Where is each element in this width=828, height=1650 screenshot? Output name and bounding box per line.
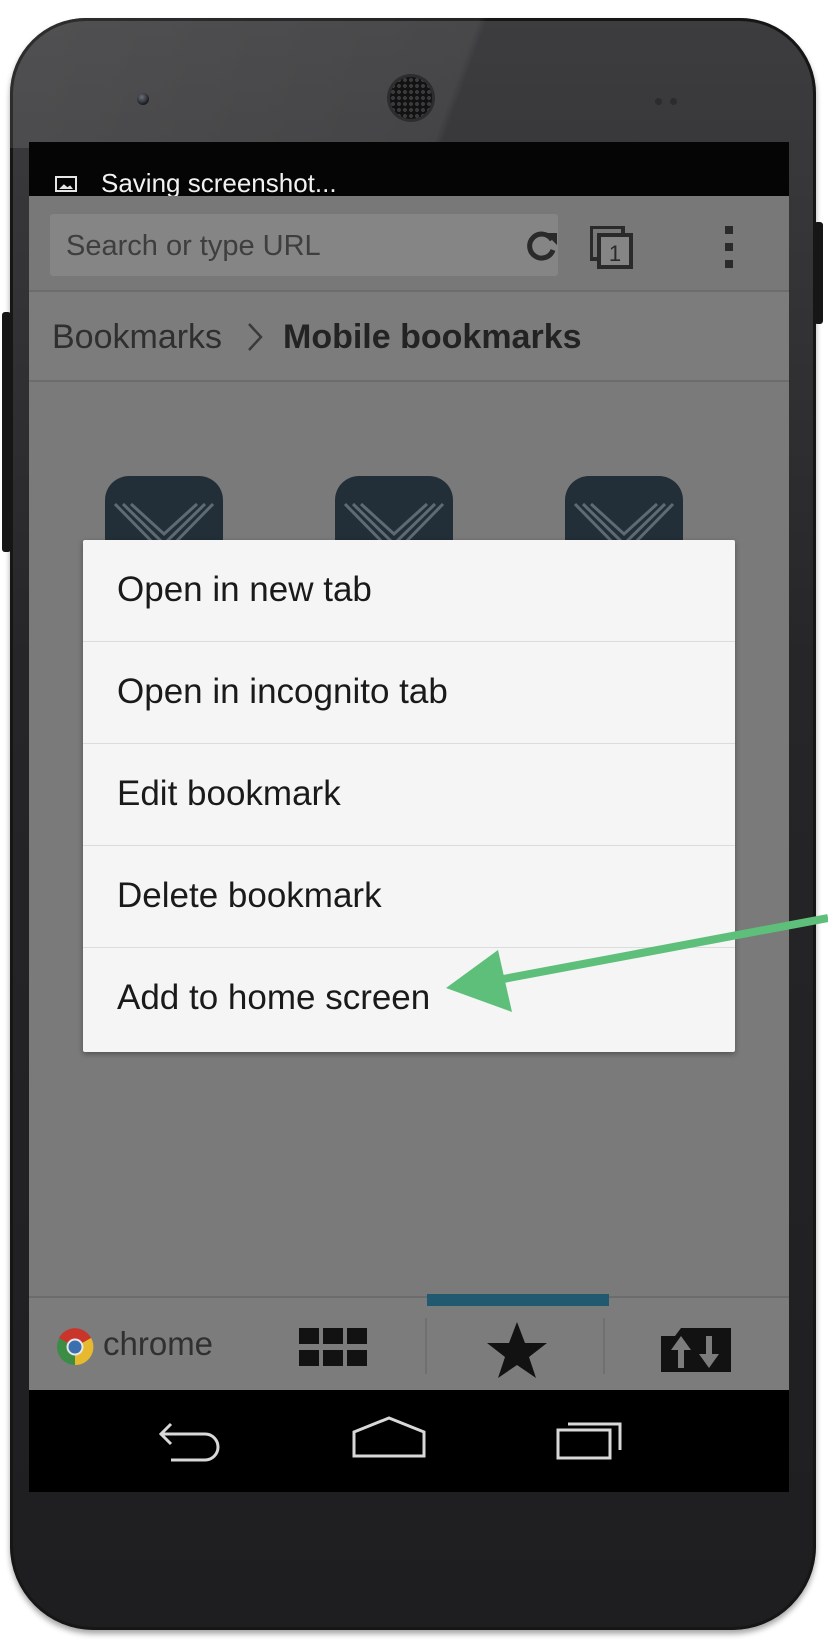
menu-item-label: Edit bookmark bbox=[117, 774, 341, 813]
overflow-menu-icon[interactable] bbox=[723, 226, 735, 268]
home-button-icon[interactable] bbox=[351, 1414, 427, 1464]
breadcrumb-current: Mobile bookmarks bbox=[283, 318, 582, 356]
system-nav-bar bbox=[29, 1390, 789, 1492]
divider bbox=[603, 1318, 605, 1374]
menu-item-label: Add to home screen bbox=[117, 978, 431, 1017]
chrome-wordmark: chrome bbox=[103, 1325, 214, 1362]
recents-button-icon[interactable] bbox=[555, 1414, 625, 1464]
other-devices-icon[interactable] bbox=[659, 1324, 737, 1374]
earpiece-speaker bbox=[390, 77, 432, 119]
menu-item-label: Delete bookmark bbox=[117, 876, 382, 915]
menu-item-label: Open in new tab bbox=[117, 570, 372, 609]
omnibox-placeholder: Search or type URL bbox=[66, 230, 321, 262]
power-button bbox=[814, 222, 823, 324]
active-tab-indicator bbox=[427, 1294, 609, 1306]
image-icon bbox=[55, 176, 77, 192]
breadcrumb-root[interactable]: Bookmarks bbox=[52, 318, 222, 356]
menu-item-open-new-tab[interactable]: Open in new tab bbox=[83, 540, 735, 642]
most-visited-icon[interactable] bbox=[299, 1328, 371, 1368]
menu-item-label: Open in incognito tab bbox=[117, 672, 448, 711]
browser-toolbar: Search or type URL 1 bbox=[29, 196, 789, 292]
divider bbox=[425, 1318, 427, 1374]
chevron-right-icon bbox=[248, 323, 263, 351]
bottom-bar: chrome bbox=[29, 1294, 789, 1392]
chrome-logo-icon bbox=[57, 1328, 94, 1366]
menu-item-open-incognito-tab[interactable]: Open in incognito tab bbox=[83, 642, 735, 744]
notification-text: Saving screenshot... bbox=[101, 168, 337, 198]
screen: Saving screenshot... Search or type URL … bbox=[29, 142, 789, 1492]
reload-icon[interactable] bbox=[524, 228, 560, 264]
menu-item-edit-bookmark[interactable]: Edit bookmark bbox=[83, 744, 735, 846]
menu-item-delete-bookmark[interactable]: Delete bookmark bbox=[83, 846, 735, 948]
volume-button bbox=[2, 312, 11, 552]
breadcrumb: Bookmarks Mobile bookmarks bbox=[29, 292, 789, 382]
menu-item-add-to-home-screen[interactable]: Add to home screen bbox=[83, 948, 735, 1050]
context-menu: Open in new tab Open in incognito tab Ed… bbox=[83, 540, 735, 1052]
proximity-sensors bbox=[655, 92, 695, 105]
front-camera bbox=[137, 93, 149, 105]
tab-switcher-icon[interactable]: 1 bbox=[590, 226, 634, 270]
bookmark-star-icon[interactable] bbox=[485, 1320, 549, 1380]
tab-count: 1 bbox=[609, 241, 621, 266]
back-button-icon[interactable] bbox=[155, 1414, 225, 1464]
omnibox[interactable]: Search or type URL bbox=[50, 214, 558, 276]
status-bar: Saving screenshot... bbox=[29, 142, 789, 198]
